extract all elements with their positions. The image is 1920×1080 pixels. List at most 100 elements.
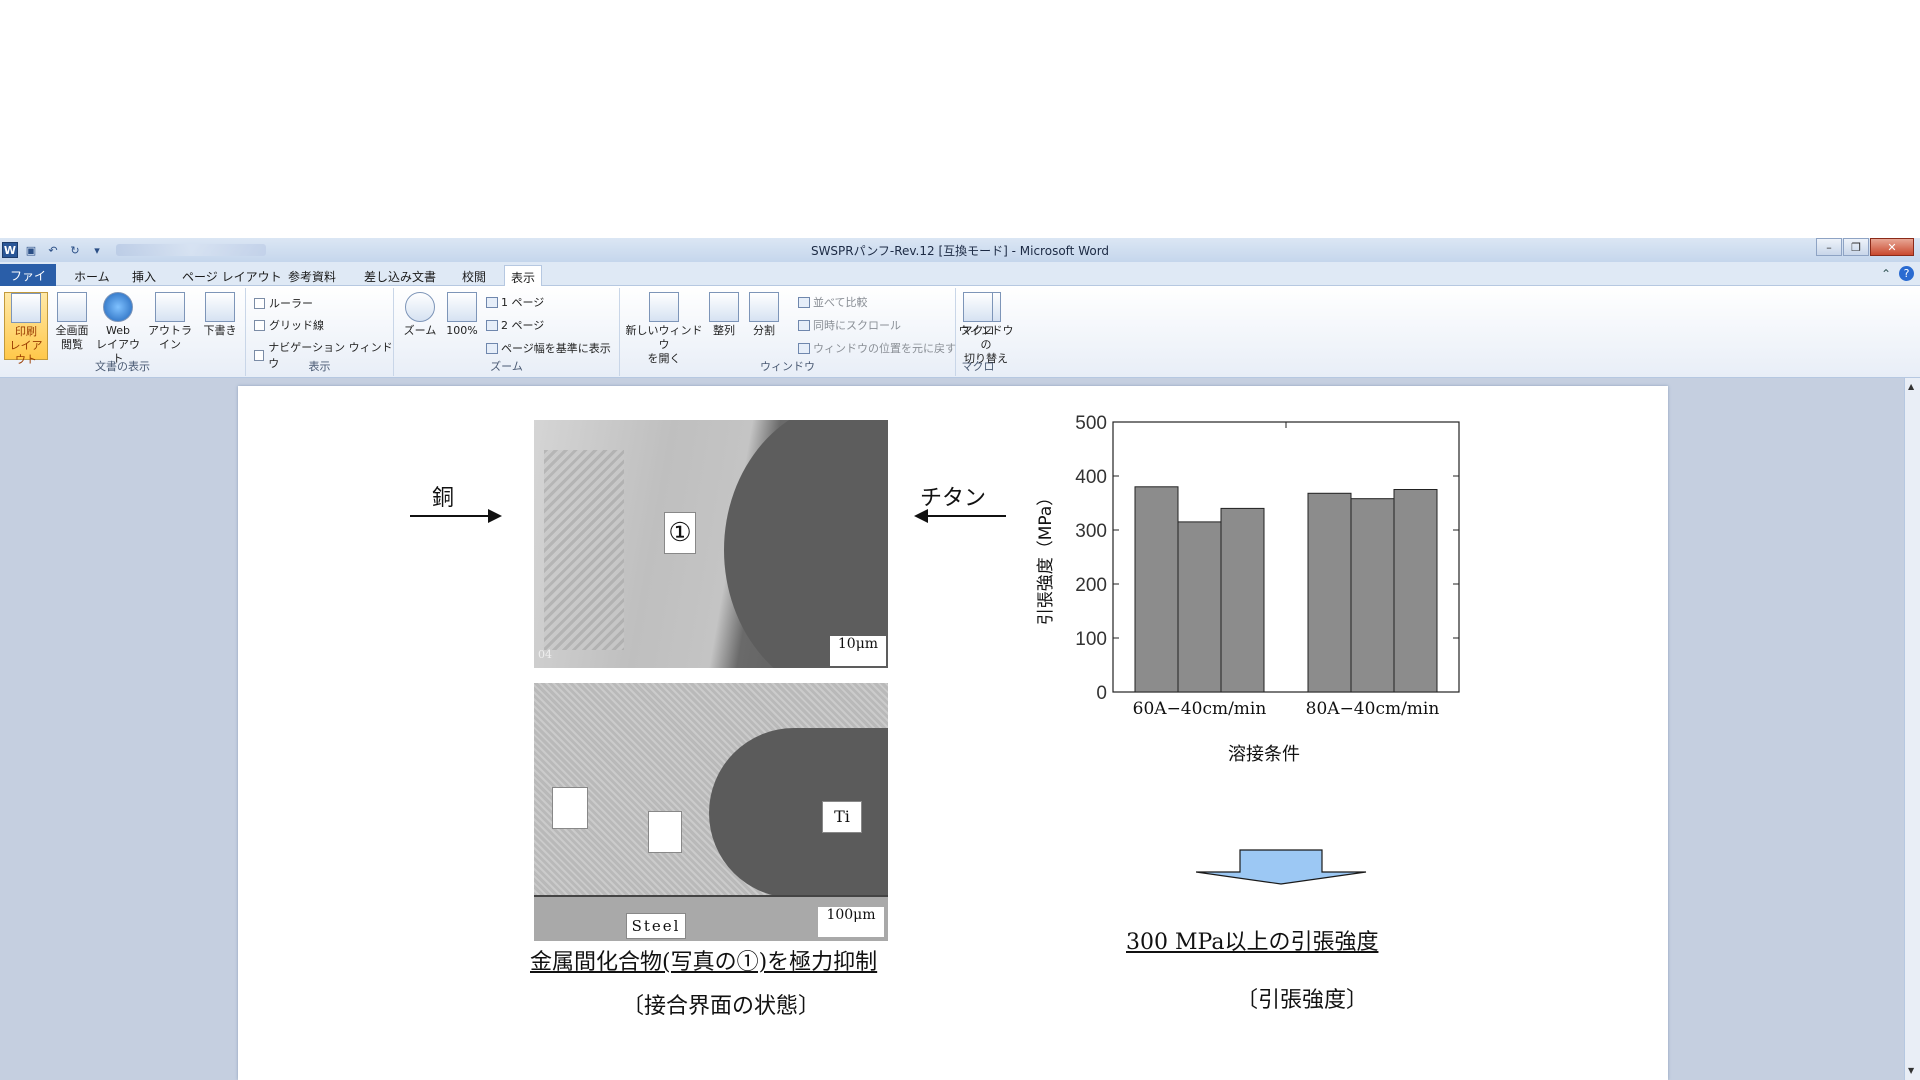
scroll-up-icon[interactable]: ▲ [1908, 382, 1917, 391]
scale-text-10um: 10μm [837, 636, 879, 652]
two-pages-label: 2 ページ [501, 319, 545, 332]
arrange-all-button[interactable]: 整列 [706, 292, 742, 338]
outline-label: アウトライン [148, 324, 192, 351]
draft-label: 下書き [203, 324, 237, 337]
gridlines-label: グリッド線 [269, 319, 324, 332]
tab-view[interactable]: 表示 [504, 265, 543, 286]
right-caption: 300 MPa以上の引張強度 [1126, 930, 1379, 955]
y-tick-label: 200 [1075, 575, 1107, 596]
page-width-button[interactable]: ページ幅を基準に表示 [486, 340, 611, 356]
x-tick-label: 60A−40cm/min [1133, 699, 1267, 719]
bar [1220, 507, 1265, 693]
scale-label-100um: 100μm [818, 907, 884, 937]
white-label-box-1 [552, 787, 588, 829]
left-subcaption: 〔接合界面の状態〕 [622, 994, 821, 1019]
micrograph-speckle [544, 450, 624, 650]
titanium-arrow-line [926, 515, 1006, 517]
titanium-region [724, 420, 888, 668]
ribbon: 印刷 レイアウト 全画面 閲覧 Web レイアウト アウトライン 下書き 文書の… [0, 286, 1920, 378]
ruler-checkbox-box [254, 297, 265, 309]
window-controls: – ❐ ✕ [1816, 238, 1914, 256]
arrange-label: 整列 [713, 324, 735, 337]
sync-scroll-label: 同時にスクロール [813, 319, 901, 332]
gridlines-checkbox-box [254, 319, 265, 331]
close-button[interactable]: ✕ [1870, 238, 1914, 256]
tab-home[interactable]: ホーム [68, 265, 116, 286]
page-width-icon [486, 342, 498, 354]
y-tick-label: 0 [1096, 683, 1107, 704]
two-pages-button[interactable]: 2 ページ [486, 317, 544, 333]
copper-arrow-icon [488, 509, 502, 523]
reset-position-label: ウィンドウの位置を元に戻す [813, 342, 956, 355]
new-window-button[interactable]: 新しいウィンドウ を開く [624, 292, 704, 366]
page-100-icon [447, 292, 477, 322]
scroll-down-icon[interactable]: ▼ [1908, 1066, 1917, 1075]
document-page[interactable]: 銅 ① 10μm 04 チタン Ti Steel 100μm 金属間化合物(写真… [238, 386, 1668, 1080]
globe-icon [103, 292, 133, 322]
tensile-strength-chart: 0 100 200 300 400 500 60A−40cm/min 80A−40cm/min… [1036, 414, 1460, 765]
full-screen-reading-button[interactable]: 全画面 閲覧 [50, 292, 94, 352]
down-arrow-icon [1196, 849, 1367, 885]
compound-marker: ① [664, 512, 696, 554]
zoom-100-button[interactable]: 100% [440, 292, 484, 338]
one-page-button[interactable]: 1 ページ [486, 294, 544, 310]
y-tick-label: 300 [1075, 521, 1107, 542]
minimize-ribbon-icon[interactable]: ⌃ [1881, 267, 1891, 281]
y-tick-label: 400 [1075, 467, 1107, 488]
word-window: W ▣ ↶ ↻ ▾ SWSPRパンフ-Rev.12 [互換モード] - Micr… [0, 0, 1920, 1080]
steel-label: Steel [626, 913, 686, 939]
tab-insert[interactable]: 挿入 [126, 265, 162, 286]
group-zoom: ズーム 100% 1 ページ 2 ページ ページ幅を基準に表示 ズーム [394, 288, 620, 376]
side-by-side-button[interactable]: 並べて比較 [798, 294, 868, 310]
one-page-icon [486, 296, 498, 308]
draft-icon [205, 292, 235, 322]
group-document-views: 印刷 レイアウト 全画面 閲覧 Web レイアウト アウトライン 下書き 文書の… [0, 288, 246, 376]
gridlines-checkbox[interactable]: グリッド線 [254, 317, 324, 333]
vertical-scrollbar[interactable]: ▲ ▼ [1904, 378, 1920, 1080]
full-screen-icon [57, 292, 87, 322]
group-window: 新しいウィンドウ を開く 整列 分割 並べて比較 同時にスクロール ウィンドウの… [620, 288, 1014, 376]
arrange-icon [709, 292, 739, 322]
ruler-label: ルーラー [269, 297, 313, 310]
bar [1307, 492, 1352, 693]
tab-review[interactable]: 校閲 [456, 265, 492, 286]
ruler-checkbox[interactable]: ルーラー [254, 295, 313, 311]
photo-corner-label: 04 [538, 648, 552, 661]
sync-scroll-button[interactable]: 同時にスクロール [798, 317, 901, 333]
side-by-side-label: 並べて比較 [813, 296, 868, 309]
group-label-document-views: 文書の表示 [95, 360, 150, 373]
window-title: SWSPRパンフ-Rev.12 [互換モード] - Microsoft Word [810, 244, 1110, 258]
draft-button[interactable]: 下書き [198, 292, 242, 338]
print-layout-button[interactable]: 印刷 レイアウト [4, 292, 48, 366]
title-bar: W ▣ ↶ ↻ ▾ SWSPRパンフ-Rev.12 [互換モード] - Micr… [0, 238, 1920, 262]
full-screen-label: 全画面 閲覧 [55, 324, 89, 351]
macros-button[interactable]: マクロ [956, 292, 1000, 338]
tab-mailings[interactable]: 差し込み文書 [358, 265, 442, 286]
reset-position-icon [798, 342, 810, 354]
tab-file[interactable]: ファイル [0, 264, 56, 300]
white-label-box-2 [648, 811, 682, 853]
tab-page-layout[interactable]: ページ レイアウト [176, 265, 288, 286]
help-icon[interactable]: ? [1899, 266, 1914, 281]
tabbar-right: ⌃ ? [1881, 266, 1914, 281]
split-button[interactable]: 分割 [746, 292, 782, 338]
group-label-macros: マクロ [961, 360, 995, 373]
bar [1177, 521, 1222, 693]
group-label-window: ウィンドウ [760, 360, 815, 373]
minimize-button[interactable]: – [1816, 238, 1842, 256]
two-pages-icon [486, 319, 498, 331]
group-label-show: 表示 [308, 360, 331, 373]
zoom-label: ズーム [403, 324, 437, 337]
scale-label-10um: 10μm [830, 636, 886, 666]
copper-arrow-line [410, 515, 490, 517]
zoom-button[interactable]: ズーム [398, 292, 442, 338]
outline-button[interactable]: アウトライン [144, 292, 196, 352]
print-layout-icon [11, 293, 41, 323]
macros-label: マクロ [961, 324, 995, 337]
restore-button[interactable]: ❐ [1843, 238, 1869, 256]
y-tick-label: 500 [1075, 414, 1107, 434]
new-window-icon [649, 292, 679, 322]
tab-references[interactable]: 参考資料 [282, 265, 342, 286]
reset-position-button[interactable]: ウィンドウの位置を元に戻す [798, 340, 956, 356]
web-layout-button[interactable]: Web レイアウト [96, 292, 140, 366]
